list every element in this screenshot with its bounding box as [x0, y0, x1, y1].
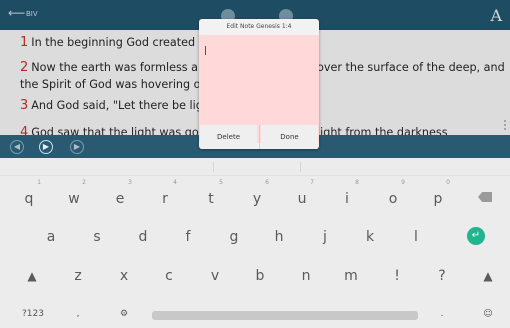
key-v[interactable]: v	[201, 262, 229, 290]
key-q[interactable]: 1q	[15, 179, 43, 213]
verse-number: 1	[20, 35, 29, 50]
key-b[interactable]: b	[246, 262, 274, 290]
key-l[interactable]: l	[402, 223, 430, 251]
key-h[interactable]: h	[265, 223, 293, 251]
key-c[interactable]: c	[155, 262, 183, 290]
app-title: BIV	[26, 10, 38, 18]
key-p[interactable]: 0p	[424, 179, 452, 213]
key-s[interactable]: s	[83, 223, 111, 251]
shift-left-icon[interactable]: ▲	[18, 262, 46, 290]
verse-text-line2: the Spirit of God was hovering ove	[20, 78, 215, 91]
delete-button[interactable]: Delete	[200, 125, 257, 149]
enter-key[interactable]: ↵	[467, 227, 485, 245]
scroll-indicator[interactable]	[504, 118, 508, 133]
done-button[interactable]: Done	[261, 125, 318, 149]
suggestion-strip	[0, 158, 510, 176]
verse-text: In the beginning God created the	[31, 36, 218, 49]
verse-number: 4	[20, 125, 29, 135]
rewind-icon[interactable]: ◀	[10, 140, 24, 154]
text-cursor	[205, 46, 206, 55]
key-z[interactable]: z	[64, 262, 92, 290]
key-k[interactable]: k	[356, 223, 384, 251]
back-arrow-icon[interactable]: ⟵	[8, 6, 25, 20]
emoji-icon[interactable]: ☺	[474, 300, 502, 328]
forward-icon[interactable]: ▶	[70, 140, 84, 154]
key-i[interactable]: 8i	[333, 179, 361, 213]
verse-text-tail: light from the darkness	[317, 126, 448, 135]
key-f[interactable]: f	[174, 223, 202, 251]
key-m[interactable]: m	[337, 262, 365, 290]
verse-number: 2	[20, 60, 29, 75]
verse-text-tail: over the surface of the deep, and	[317, 61, 505, 74]
key-r[interactable]: 4r	[151, 179, 179, 213]
key-comma[interactable]: ,	[64, 300, 92, 328]
verse-text: Now the earth was formless and	[31, 61, 213, 74]
settings-icon[interactable]: ⚙	[110, 300, 138, 328]
key-u[interactable]: 7u	[288, 179, 316, 213]
font-size-icon[interactable]: A	[490, 6, 502, 25]
verse-text: And God said, "Let there be light,	[31, 99, 218, 112]
verse-number: 3	[20, 98, 29, 113]
space-bar[interactable]	[152, 311, 418, 320]
key-y[interactable]: 6y	[243, 179, 271, 213]
key-j[interactable]: j	[311, 223, 339, 251]
key-d[interactable]: d	[129, 223, 157, 251]
key-t[interactable]: 5t	[197, 179, 225, 213]
shift-right-icon[interactable]: ▲	[474, 262, 502, 290]
key-o[interactable]: 9o	[379, 179, 407, 213]
key-g[interactable]: g	[220, 223, 248, 251]
key-exclamation[interactable]: !	[383, 262, 411, 290]
key-period[interactable]: .	[428, 300, 456, 328]
play-icon[interactable]: ▶	[39, 140, 53, 154]
dialog-title: Edit Note Genesis 1:4	[226, 23, 292, 30]
key-n[interactable]: n	[292, 262, 320, 290]
key-question[interactable]: ?	[428, 262, 456, 290]
key-a[interactable]: a	[37, 223, 65, 251]
key-w[interactable]: 2w	[60, 179, 88, 213]
key-x[interactable]: x	[110, 262, 138, 290]
edit-note-dialog: Edit Note Genesis 1:4 Delete Done	[199, 19, 319, 149]
symbols-key[interactable]: ?123	[18, 300, 48, 328]
verse-text: God saw that the light was good	[31, 126, 213, 135]
divider	[259, 125, 260, 149]
key-e[interactable]: 3e	[106, 179, 134, 213]
